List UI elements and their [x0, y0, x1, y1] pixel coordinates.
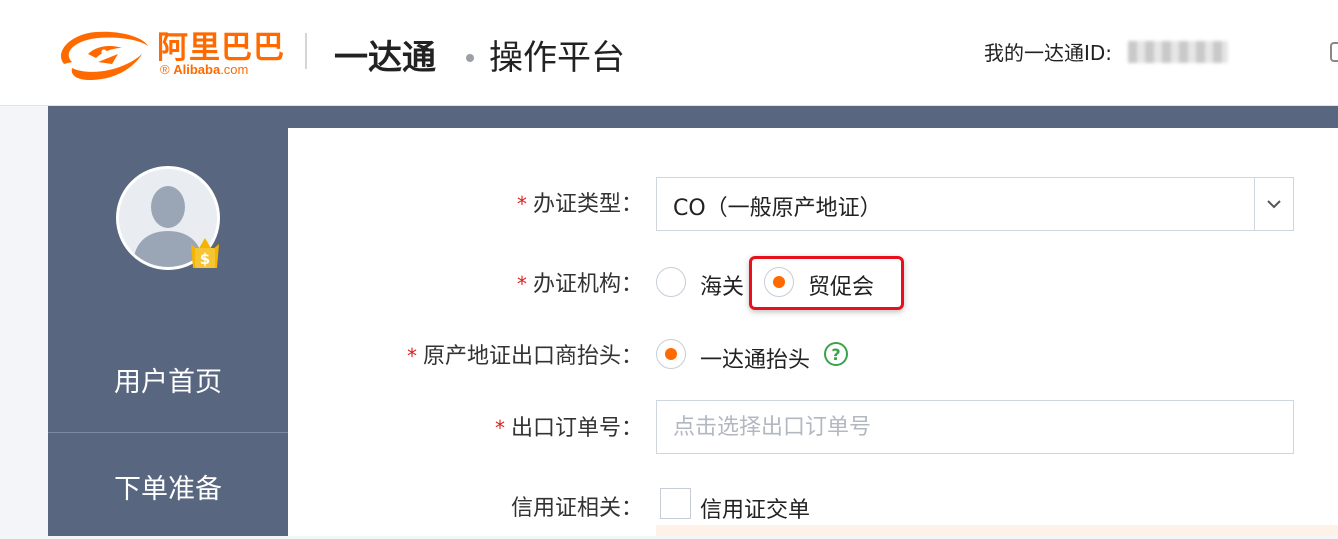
select-dropdown-button[interactable]: [1254, 178, 1293, 230]
cert-agency-label: * 办证机构：: [517, 266, 643, 298]
cert-agency-label-text: 办证机构：: [532, 272, 643, 297]
top-header: 阿里巴巴 ® Alibaba.com 一达通 操作平台 我的一达通ID:: [0, 0, 1338, 106]
lc-label: 信用证相关：: [510, 496, 643, 521]
main-top-band: [288, 106, 1338, 128]
logo-english-text: ® Alibaba.com: [160, 62, 248, 77]
cert-type-label: * 办证类型：: [517, 186, 643, 218]
notice-strip: [656, 525, 1338, 536]
required-mark: *: [516, 272, 527, 296]
help-icon[interactable]: ?: [824, 342, 848, 366]
svg-text:$: $: [200, 250, 210, 268]
export-order-label: * 出口订单号：: [495, 410, 643, 442]
required-mark: *: [516, 192, 527, 216]
radio-customs[interactable]: [656, 267, 686, 297]
cut-off-edge-icon: [1330, 42, 1338, 62]
sidebar-item-order-prep[interactable]: 下单准备: [48, 433, 288, 539]
cert-type-select[interactable]: CO（一般原产地证）: [656, 177, 1294, 231]
user-id-label: 我的一达通ID:: [984, 41, 1113, 65]
header-divider: [305, 33, 307, 69]
radio-yidatong-header[interactable]: [656, 339, 686, 369]
chevron-down-icon: [1267, 199, 1281, 208]
annotation-highlight-box: [749, 256, 904, 310]
product-name: 一达通: [334, 38, 436, 78]
cert-type-label-text: 办证类型：: [532, 192, 643, 217]
exporter-header-label: * 原产地证出口商抬头：: [407, 338, 643, 370]
lc-checkbox[interactable]: [660, 488, 691, 519]
logo-brand: Alibaba: [173, 62, 221, 77]
alibaba-logo-icon[interactable]: [52, 24, 154, 84]
sidebar: $ 用户首页 下单准备: [48, 106, 288, 536]
cert-type-selected-value: CO（一般原产地证）: [673, 196, 882, 221]
required-mark: *: [406, 344, 417, 368]
user-id-value-redacted: [1128, 41, 1228, 63]
required-mark: *: [494, 416, 505, 440]
logo-domain: .com: [220, 62, 249, 77]
radio-yidatong-header-label[interactable]: 一达通抬头: [700, 342, 810, 374]
sidebar-item-user-home[interactable]: 用户首页: [48, 326, 288, 433]
export-order-input[interactable]: [656, 400, 1294, 454]
title-dot-separator: [466, 54, 474, 62]
registered-mark: ®: [160, 62, 170, 77]
vip-money-badge-icon: $: [191, 238, 219, 268]
certificate-form: * 办证类型： CO（一般原产地证） * 办证机构： 海关 贸促会 * 原产地证出口商…: [288, 128, 1338, 536]
logo-chinese-text: 阿里巴巴: [157, 30, 285, 66]
export-order-label-text: 出口订单号：: [510, 416, 643, 441]
exporter-header-label-text: 原产地证出口商抬头：: [422, 344, 643, 369]
lc-checkbox-label[interactable]: 信用证交单: [700, 492, 810, 524]
platform-name: 操作平台: [489, 38, 625, 78]
radio-customs-label[interactable]: 海关: [700, 269, 744, 301]
